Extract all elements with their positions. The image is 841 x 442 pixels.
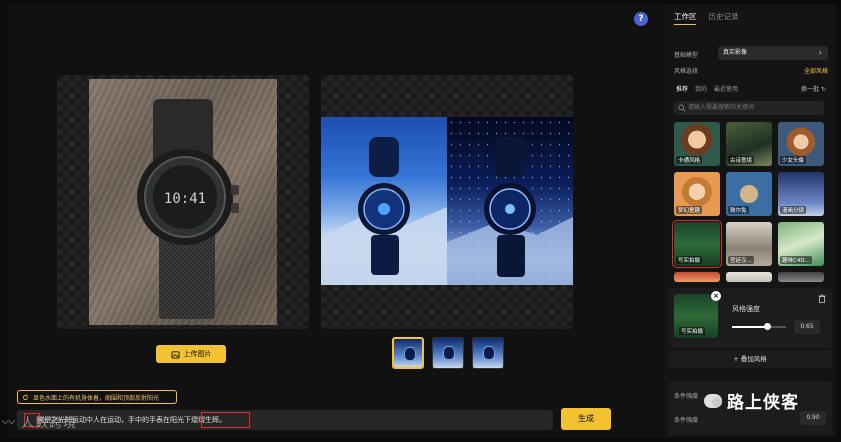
refresh-styles-button[interactable]: 换一批 ↻	[801, 84, 826, 93]
source-image-panel: 10:41	[57, 75, 309, 329]
prompt-input[interactable]: 这是之光的运动中人在运动，手中的手表在阳光下熠熠生辉。	[17, 410, 553, 430]
base-model-value: 真实影像	[723, 49, 748, 56]
style-card[interactable]: 漫画分镜	[778, 172, 824, 216]
close-icon[interactable]: ×	[711, 291, 721, 301]
help-button[interactable]: ?	[634, 12, 648, 26]
slider-handle[interactable]	[764, 323, 772, 330]
watch-illustration: 10:41	[137, 99, 239, 319]
style-strength-value[interactable]: 0.65	[794, 320, 820, 334]
base-model-row: 基础模型 真实影像 ›	[668, 46, 832, 62]
condition-strength-label: 条件强度	[674, 417, 699, 424]
chevron-right-icon: ›	[818, 48, 822, 57]
style-card[interactable]	[674, 272, 720, 282]
result-thumbnails	[392, 337, 504, 369]
prompt-suggestion-chip[interactable]: 显色水面上的有机身体着，阁围和顶部反射阳光	[17, 390, 177, 404]
search-placeholder: 请输入需要搜索的关键词	[688, 104, 755, 111]
watermark-left: 〰 人数跨境	[2, 416, 78, 431]
condition-strength-value[interactable]: 0.90	[800, 411, 826, 425]
source-watch-photo: 10:41	[89, 79, 277, 325]
style-card[interactable]: 趣味C4D…	[778, 222, 824, 266]
generated-images	[321, 117, 573, 285]
style-card-grid: 卡通风格 古诗意境 少女头像 梦幻童趣 鼓尔兔 漫画分镜 写实拍摄 宫廷汉… 趣…	[672, 122, 824, 282]
subtab-recommended[interactable]: 推荐	[676, 84, 688, 93]
style-card[interactable]: 宫廷汉…	[726, 222, 772, 266]
subtab-recent[interactable]: 最近使用	[714, 84, 738, 93]
result-thumbnail[interactable]	[472, 337, 504, 369]
style-strength-panel: × 写实拍摄 风格强度 0.65	[668, 288, 832, 348]
style-header: 风格选择 全部风格	[674, 66, 828, 78]
base-model-select[interactable]: 真实影像 ›	[718, 46, 828, 60]
style-card[interactable]	[726, 272, 772, 282]
style-card[interactable]: 卡通风格	[674, 122, 720, 166]
style-strength-slider[interactable]	[732, 323, 786, 330]
all-styles-link[interactable]: 全部风格	[804, 66, 828, 75]
generated-image-1	[321, 117, 447, 285]
refresh-icon	[22, 393, 29, 400]
wechat-icon	[704, 393, 722, 408]
applied-style-thumbnail: × 写实拍摄	[674, 291, 721, 338]
generate-button[interactable]: 生成	[561, 408, 611, 430]
subtab-mine[interactable]: 我的	[695, 84, 707, 93]
result-thumbnail[interactable]	[432, 337, 464, 369]
trash-icon[interactable]	[818, 294, 826, 303]
active-tab-indicator	[674, 24, 696, 25]
generated-image-2	[447, 117, 573, 285]
style-search-input[interactable]: 请输入需要搜索的关键词	[674, 101, 824, 115]
sidebar: 工作区 历史记录 基础模型 真实影像 › 风格选择 全部风格 推荐 我的 最近使…	[664, 4, 836, 438]
highlight-box	[201, 412, 250, 428]
add-style-button[interactable]: + 叠加风格	[668, 350, 832, 368]
image-upload-icon	[170, 350, 180, 359]
upload-image-button[interactable]: 上传图片	[156, 345, 226, 363]
generated-image-panel	[321, 75, 573, 329]
search-icon	[678, 104, 686, 112]
tab-workspace[interactable]: 工作区	[674, 11, 697, 22]
sidebar-tabs: 工作区 历史记录	[674, 11, 739, 22]
canvas-area: ? 10:41 上传图片 显色水面上的有机身体着，阁围和顶部反射阳光 这是之光的…	[8, 4, 660, 438]
style-card[interactable]: 鼓尔兔	[726, 172, 772, 216]
style-card[interactable]: 梦幻童趣	[674, 172, 720, 216]
base-model-label: 基础模型	[674, 52, 699, 59]
tab-history[interactable]: 历史记录	[709, 11, 739, 22]
watermark-right: 路上侠客	[704, 388, 799, 413]
prompt-suggestion-text: 显色水面上的有机身体着，阁围和顶部反射阳光	[33, 394, 160, 402]
style-card[interactable]	[778, 272, 824, 282]
condition-section-label: 条件强度	[674, 393, 699, 400]
style-card[interactable]: 少女头像	[778, 122, 824, 166]
app-window: ? 10:41 上传图片 显色水面上的有机身体着，阁围和顶部反射阳光 这是之光的…	[8, 4, 836, 438]
style-card[interactable]: 古诗意境	[726, 122, 772, 166]
svg-text:10:41: 10:41	[164, 191, 206, 207]
style-label: 风格选择	[674, 68, 699, 75]
upload-image-label: 上传图片	[183, 350, 212, 358]
style-card-selected[interactable]: 写实拍摄	[672, 220, 722, 268]
result-thumbnail[interactable]	[392, 337, 424, 369]
style-strength-label: 风格强度	[732, 305, 760, 313]
